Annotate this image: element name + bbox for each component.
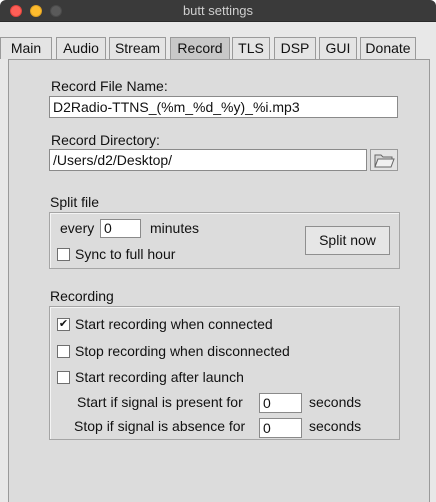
tab-tls[interactable]: TLS (232, 37, 270, 59)
signal-absence-seconds-label: seconds (309, 418, 362, 434)
signal-absence-seconds-input[interactable]: 0 (259, 418, 302, 438)
browse-directory-button[interactable] (370, 149, 398, 171)
tab-audio[interactable]: Audio (56, 37, 106, 59)
sync-full-hour-label: Sync to full hour (75, 246, 176, 262)
tab-main[interactable]: Main (0, 37, 52, 59)
tab-stream[interactable]: Stream (109, 37, 166, 59)
title-bar: butt settings (0, 0, 436, 22)
folder-icon (374, 154, 395, 168)
record-file-name-label: Record File Name: (51, 78, 168, 94)
settings-window: butt settings Main Audio Stream Record T… (0, 0, 436, 502)
split-now-button[interactable]: Split now (305, 226, 390, 255)
record-directory-input[interactable]: /Users/d2/Desktop/ (49, 149, 367, 171)
tab-donate[interactable]: Donate (360, 37, 416, 59)
tab-record[interactable]: Record (170, 37, 230, 60)
start-recording-when-connected-checkbox[interactable]: ✔ (57, 318, 70, 331)
signal-present-seconds-label: seconds (309, 394, 362, 410)
start-recording-after-launch-label: Start recording after launch (75, 369, 244, 385)
signal-present-seconds-input[interactable]: 0 (259, 393, 302, 413)
window-title: butt settings (182, 3, 254, 18)
start-recording-after-launch-checkbox[interactable] (57, 371, 70, 384)
split-every-label: every (60, 220, 95, 236)
stop-recording-when-disconnected-checkbox[interactable] (57, 345, 70, 358)
sync-full-hour-checkbox[interactable] (57, 248, 70, 261)
checkmark-icon: ✔ (58, 318, 69, 330)
signal-present-label: Start if signal is present for (77, 394, 243, 410)
start-recording-when-connected-label: Start recording when connected (75, 316, 273, 332)
tab-gui[interactable]: GUI (319, 37, 357, 59)
record-file-name-input[interactable]: D2Radio-TTNS_(%m_%d_%y)_%i.mp3 (49, 96, 398, 118)
stop-recording-when-disconnected-label: Stop recording when disconnected (75, 343, 290, 359)
recording-group-label: Recording (50, 288, 114, 304)
tab-bar: Main Audio Stream Record TLS DSP GUI Don… (0, 37, 436, 60)
split-file-group-label: Split file (50, 194, 100, 210)
split-minutes-label: minutes (150, 220, 200, 236)
tab-dsp[interactable]: DSP (274, 37, 316, 59)
record-directory-label: Record Directory: (51, 132, 160, 148)
signal-absence-label: Stop if signal is absence for (74, 418, 246, 434)
split-every-minutes-input[interactable]: 0 (100, 219, 141, 238)
